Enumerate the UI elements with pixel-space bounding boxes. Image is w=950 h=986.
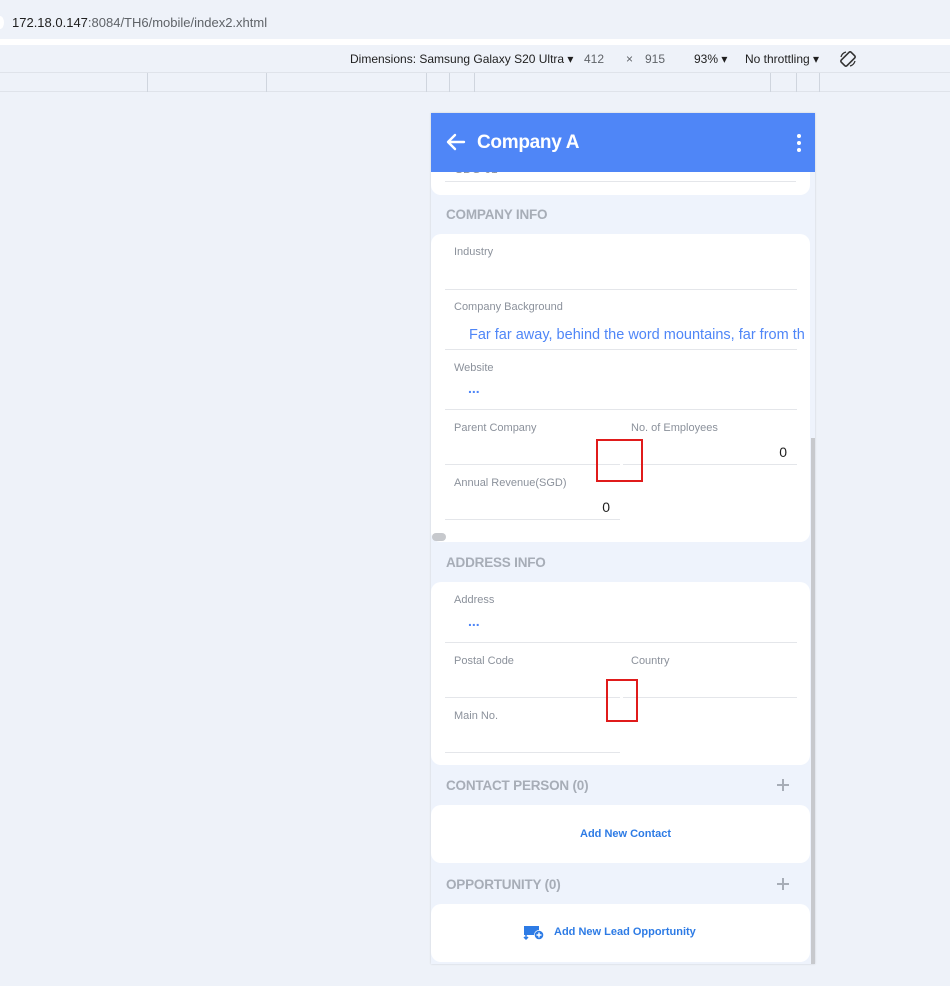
parent-company-label: Parent Company bbox=[454, 422, 537, 434]
field-underline bbox=[445, 519, 620, 520]
employees-label: No. of Employees bbox=[631, 422, 718, 434]
screen: 172.18.0.147:8084/TH6/mobile/index2.xhtm… bbox=[0, 0, 950, 986]
annual-revenue-label: Annual Revenue(SGD) bbox=[454, 477, 567, 489]
ruler-tick bbox=[796, 73, 797, 92]
address-info-card: Address ... Postal Code Country Main No. bbox=[431, 582, 810, 765]
ruler-tick bbox=[449, 73, 450, 92]
field-underline bbox=[445, 642, 797, 643]
field-underline bbox=[445, 349, 797, 350]
contact-person-title: CONTACT PERSON (0) bbox=[446, 778, 589, 793]
url-text[interactable]: 172.18.0.147:8084/TH6/mobile/index2.xhtm… bbox=[12, 15, 267, 30]
address-info-title: ADDRESS INFO bbox=[446, 555, 546, 570]
ruler-tick bbox=[426, 73, 427, 92]
ruler-tick bbox=[266, 73, 267, 92]
ruler-tick bbox=[474, 73, 475, 92]
opportunity-card: Add New Lead Opportunity bbox=[431, 904, 810, 962]
previous-section-card: SDG 01 bbox=[431, 162, 810, 195]
highlight-box bbox=[596, 439, 643, 482]
contact-person-card: Add New Contact bbox=[431, 805, 810, 863]
lead-opportunity-icon bbox=[523, 926, 544, 941]
ruler-tick bbox=[147, 73, 148, 92]
country-label: Country bbox=[631, 655, 670, 667]
field-underline bbox=[445, 289, 797, 290]
site-info-icon[interactable] bbox=[0, 16, 4, 29]
field-underline bbox=[445, 697, 620, 698]
more-options-icon[interactable] bbox=[797, 134, 801, 152]
field-underline bbox=[623, 697, 797, 698]
ruler-tick bbox=[819, 73, 820, 92]
app-header: Company A bbox=[431, 113, 815, 172]
url-path: :8084/TH6/mobile/index2.xhtml bbox=[87, 15, 268, 30]
postal-code-label: Postal Code bbox=[454, 655, 514, 667]
device-toolbar: Dimensions: Samsung Galaxy S20 Ultra ▾ 4… bbox=[0, 45, 950, 72]
dimension-separator: × bbox=[626, 52, 634, 66]
highlight-box bbox=[606, 679, 638, 722]
zoom-dropdown[interactable]: 93% ▾ bbox=[694, 52, 727, 66]
page-title: Company A bbox=[477, 132, 580, 153]
media-query-bar[interactable] bbox=[0, 72, 950, 92]
field-underline bbox=[445, 752, 620, 753]
field-underline bbox=[445, 464, 620, 465]
company-background-label: Company Background bbox=[454, 301, 563, 313]
dimensions-dropdown[interactable]: Dimensions: Samsung Galaxy S20 Ultra ▾ bbox=[350, 52, 573, 66]
viewport-width-input[interactable]: 412 bbox=[584, 52, 604, 66]
company-info-title: COMPANY INFO bbox=[446, 207, 548, 222]
add-new-contact-button[interactable]: Add New Contact bbox=[580, 828, 671, 840]
field-underline bbox=[623, 464, 797, 465]
add-contact-plus-icon[interactable] bbox=[777, 779, 789, 791]
address-label: Address bbox=[454, 594, 495, 606]
ruler-tick bbox=[770, 73, 771, 92]
back-arrow-icon[interactable] bbox=[445, 131, 467, 153]
rotate-icon[interactable] bbox=[838, 49, 858, 69]
company-info-card: Industry Company Background Far far away… bbox=[431, 234, 810, 542]
address-field[interactable]: ... bbox=[468, 613, 480, 629]
opportunity-title: OPPORTUNITY (0) bbox=[446, 877, 561, 892]
field-underline bbox=[445, 409, 797, 410]
website-label: Website bbox=[454, 362, 494, 374]
browser-address-bar[interactable]: 172.18.0.147:8084/TH6/mobile/index2.xhtm… bbox=[0, 6, 950, 39]
industry-label: Industry bbox=[454, 246, 494, 258]
main-no-label: Main No. bbox=[454, 710, 499, 722]
scroll-handle[interactable] bbox=[432, 533, 446, 541]
url-host: 172.18.0.147 bbox=[12, 15, 88, 30]
website-field[interactable]: ... bbox=[468, 380, 480, 396]
throttling-dropdown[interactable]: No throttling ▾ bbox=[745, 52, 819, 66]
scrollbar[interactable] bbox=[811, 438, 815, 964]
company-background-field[interactable]: Far far away, behind the word mountains,… bbox=[469, 327, 805, 343]
mobile-viewport: Company A SDG 01 COMPANY INFO Industry C… bbox=[431, 113, 815, 964]
viewport-height-input[interactable]: 915 bbox=[645, 52, 665, 66]
add-new-lead-opportunity-button[interactable]: Add New Lead Opportunity bbox=[554, 926, 696, 938]
add-opportunity-plus-icon[interactable] bbox=[777, 878, 789, 890]
annual-revenue-field[interactable]: 0 bbox=[454, 499, 610, 515]
field-underline bbox=[445, 181, 796, 182]
employees-field[interactable]: 0 bbox=[631, 444, 787, 460]
